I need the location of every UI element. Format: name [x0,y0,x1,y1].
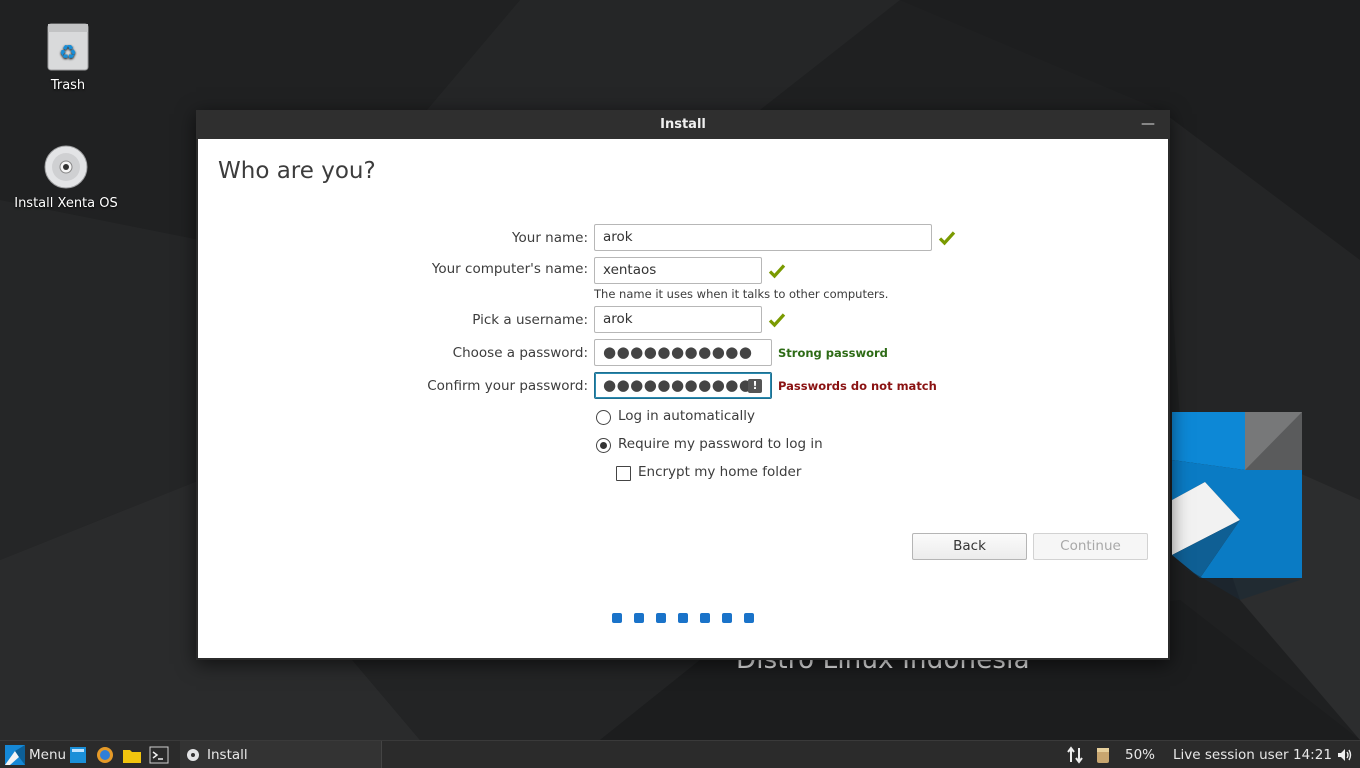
installer-window: Install — Who are you? Your name: arok Y… [196,110,1170,660]
window-titlebar[interactable]: Install — [196,110,1170,139]
progress-dot [612,613,622,623]
password-field[interactable]: ●●●●●●●●●●● [594,339,772,366]
session-user[interactable]: Live session user [1173,741,1289,768]
password-label: Choose a password: [452,345,588,361]
username-label: Pick a username: [472,312,588,328]
password-strength-text: Strong password [778,346,888,360]
valid-check-icon [938,231,956,246]
xenta-logo-graphic [1172,412,1302,600]
password-mismatch-text: Passwords do not match [778,379,937,393]
encrypt-home-label[interactable]: Encrypt my home folder [638,464,801,480]
terminal-icon[interactable] [149,745,169,765]
encrypt-home-checkbox[interactable] [616,466,631,481]
folder-icon[interactable] [122,745,142,765]
volume-percent: 50% [1125,747,1156,763]
valid-check-icon [768,264,786,279]
clock[interactable]: 14:21 [1293,741,1332,768]
valid-check-icon [768,313,786,328]
menu-label: Menu [29,747,67,763]
require-password-label[interactable]: Require my password to log in [618,436,823,452]
file-manager-icon[interactable] [68,745,88,765]
taskbar-window-install[interactable]: Install [180,741,382,768]
disc-icon [187,749,199,761]
package-updates-icon[interactable] [1094,745,1112,765]
browser-icon[interactable] [95,745,115,765]
computer-name-hint: The name it uses when it talks to other … [594,287,889,301]
progress-dot [700,613,710,623]
minimize-button[interactable]: — [1138,110,1158,139]
window-title: Install [660,117,706,132]
computer-name-label: Your computer's name: [431,261,588,277]
taskbar-window-label: Install [207,747,248,763]
username-field[interactable]: arok [594,306,762,333]
desktop-icon-label: Trash [50,78,86,93]
page-title: Who are you? [218,158,376,184]
progress-dot [722,613,732,623]
name-label: Your name: [512,230,588,246]
back-button[interactable]: Back [912,533,1027,560]
network-icon[interactable] [1066,746,1084,764]
trash-icon: ♻ [47,23,89,71]
name-field[interactable]: arok [594,224,932,251]
desktop-icon-label: Install Xenta OS [14,196,118,211]
confirm-password-label: Confirm your password: [427,378,588,394]
continue-button[interactable]: Continue [1033,533,1148,560]
progress-dot [656,613,666,623]
taskbar: Menu Install 50% Live session user 14:21 [0,740,1360,768]
warning-icon: ! [748,379,762,393]
computer-name-field[interactable]: xentaos [594,257,762,284]
volume-icon[interactable] [1337,748,1353,762]
xenta-logo-icon [5,745,25,765]
progress-dot [744,613,754,623]
progress-dot [634,613,644,623]
desktop-icon-install[interactable]: Install Xenta OS [11,144,121,212]
disc-icon [44,145,88,189]
require-password-radio[interactable] [596,438,611,453]
desktop-icon-trash[interactable]: ♻ Trash [13,22,123,94]
menu-button[interactable]: Menu [2,741,66,768]
auto-login-label[interactable]: Log in automatically [618,408,755,424]
confirm-password-field[interactable]: ●●●●●●●●●●● [594,372,772,399]
progress-dot [678,613,688,623]
auto-login-radio[interactable] [596,410,611,425]
svg-text:♻: ♻ [59,40,77,64]
